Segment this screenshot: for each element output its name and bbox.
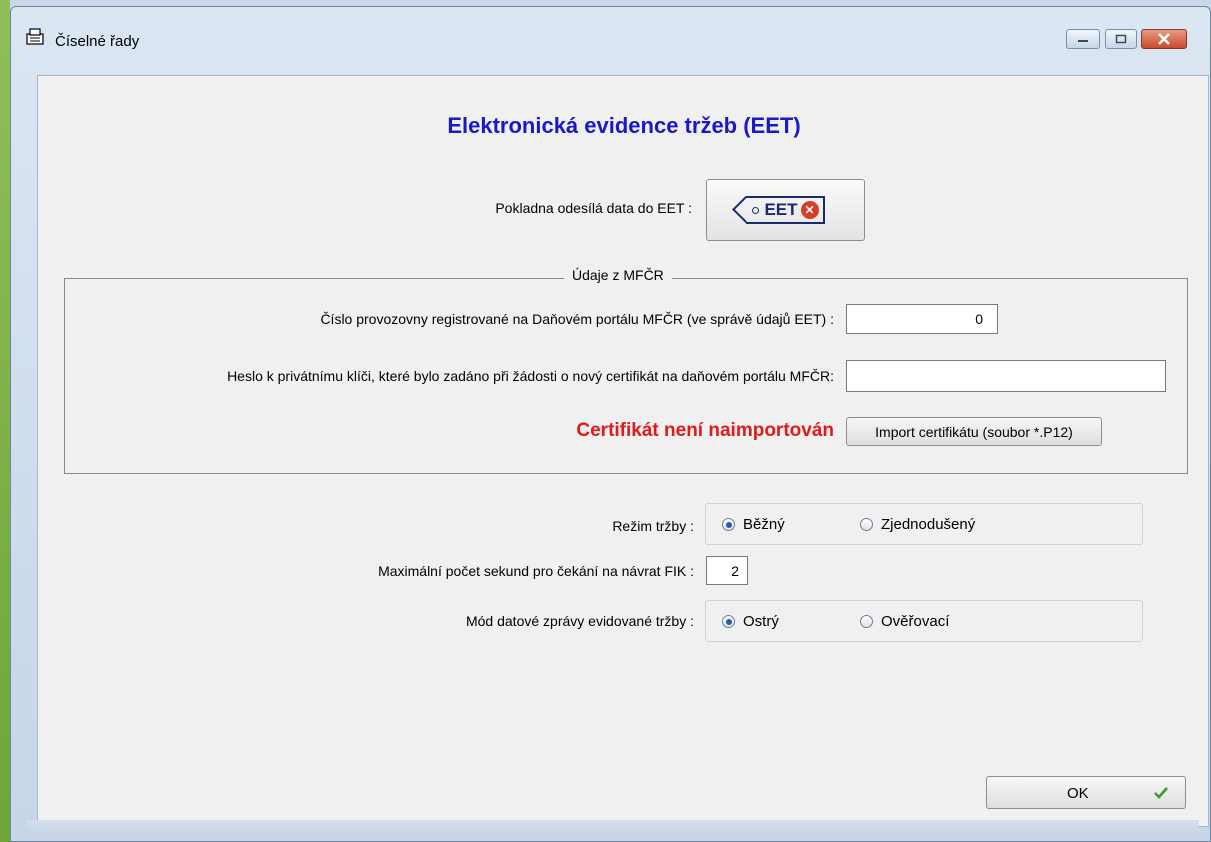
radio-selected-icon [722, 615, 735, 628]
maximize-icon [1115, 34, 1127, 44]
background-strip [0, 0, 10, 842]
password-input[interactable] [846, 360, 1166, 392]
message-mode-radio-group: Ostrý Ověřovací [705, 600, 1143, 642]
disabled-x-icon: ✕ [800, 201, 819, 219]
cash-register-icon [26, 28, 44, 45]
close-icon [1158, 33, 1170, 45]
message-mode-option-ostry[interactable]: Ostrý [722, 613, 779, 630]
dialog-window: Číselné řady Elektronická evidence tržeb… [10, 6, 1211, 842]
checkmark-icon [1154, 787, 1168, 799]
group-title: Údaje z MFČR [564, 267, 672, 283]
establishment-number-input[interactable]: 0 [846, 304, 998, 334]
radio-unselected-icon [860, 518, 873, 531]
fik-seconds-input[interactable]: 2 [706, 556, 748, 585]
minimize-button[interactable] [1066, 29, 1100, 49]
fik-label: Maximální počet sekund pro čekání na náv… [378, 563, 694, 579]
mode-option-bezny[interactable]: Běžný [722, 516, 785, 533]
page-title: Elektronická evidence tržeb (EET) [447, 113, 801, 138]
eet-logo: EET ✕ [746, 196, 825, 224]
radio-unselected-icon [860, 615, 873, 628]
eet-send-label: Pokladna odesílá data do EET : [495, 200, 692, 216]
mode-label: Režim tržby : [612, 518, 694, 534]
dialog-content: Elektronická evidence tržeb (EET) Poklad… [37, 75, 1209, 827]
title-bar[interactable]: Číselné řady [11, 7, 1210, 73]
radio-selected-icon [722, 518, 735, 531]
eet-toggle-button[interactable]: EET ✕ [706, 179, 865, 241]
import-certificate-button[interactable]: Import certifikátu (soubor *.P12) [846, 417, 1102, 446]
window-bottom-border [27, 820, 1199, 836]
mode-option-zjednoduseny[interactable]: Zjednodušený [860, 516, 975, 533]
mode-radio-group: Běžný Zjednodušený [705, 503, 1143, 545]
maximize-button[interactable] [1105, 29, 1137, 49]
ok-button-label: OK [1067, 785, 1089, 802]
password-label: Heslo k privátnímu klíči, které bylo zad… [227, 368, 834, 384]
close-button[interactable] [1141, 29, 1187, 49]
minimize-icon [1078, 40, 1088, 42]
certificate-status: Certifikát není naimportován [576, 420, 834, 441]
eet-logo-text: EET [764, 200, 798, 219]
ok-button[interactable]: OK [986, 776, 1186, 809]
window-title: Číselné řady [55, 33, 140, 50]
establishment-label: Číslo provozovny registrované na Daňovém… [320, 311, 834, 327]
message-mode-label: Mód datové zprávy evidované tržby : [465, 613, 694, 629]
message-mode-option-overovaci[interactable]: Ověřovací [860, 613, 949, 630]
